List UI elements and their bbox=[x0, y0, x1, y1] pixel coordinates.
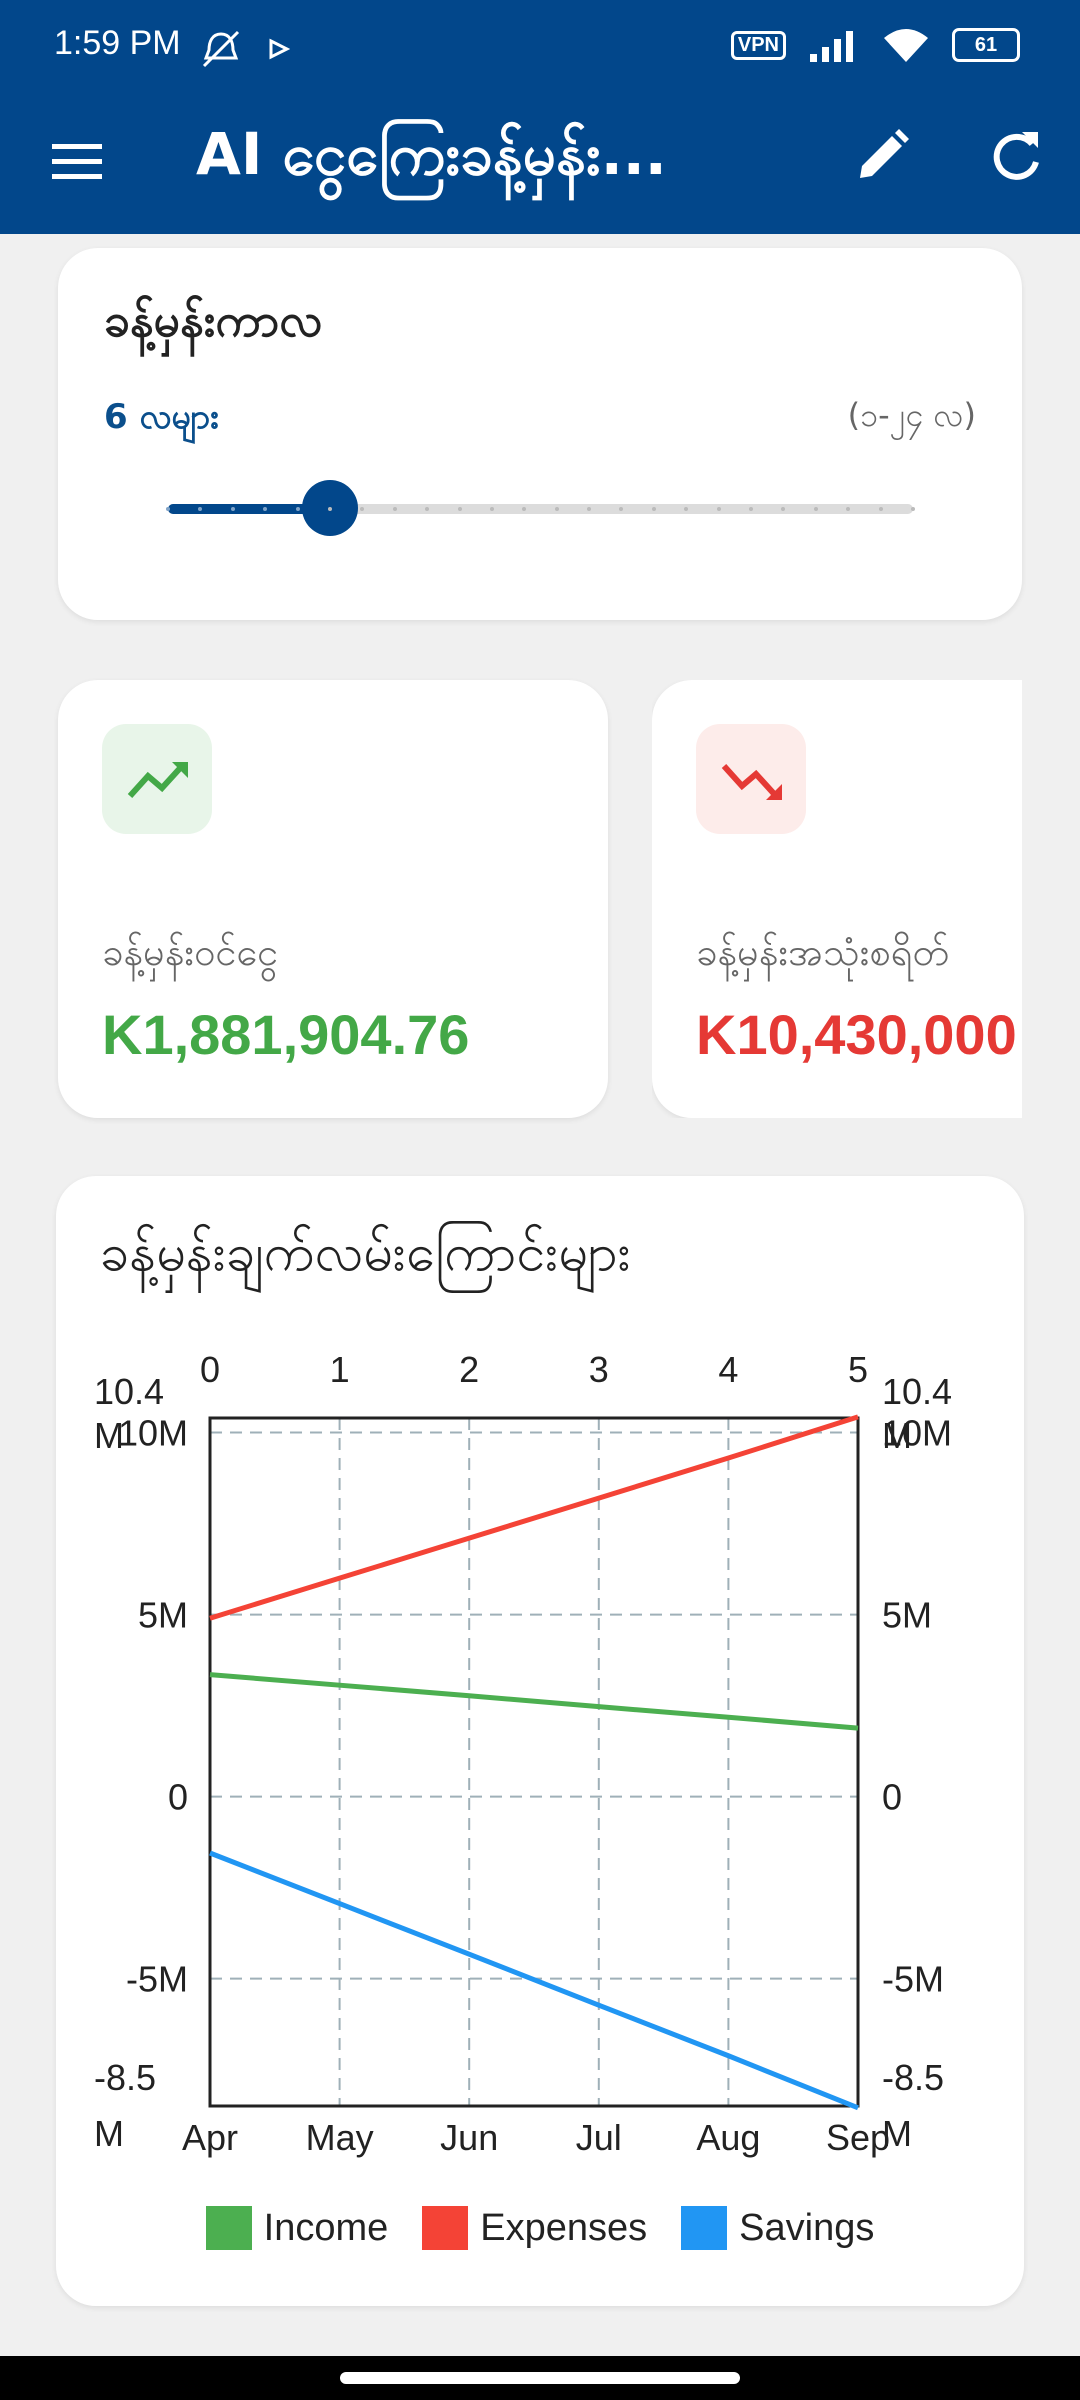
income-icon-box bbox=[102, 724, 212, 834]
slider-tick bbox=[878, 507, 883, 511]
series-line-expenses bbox=[209, 1414, 859, 1621]
slider-tick bbox=[360, 507, 365, 511]
x-tick-label-top: 5 bbox=[848, 1349, 868, 1390]
slider-tick bbox=[911, 507, 915, 511]
y-tick-label-left: -5M bbox=[126, 1959, 188, 2000]
legend-swatch bbox=[422, 2206, 469, 2250]
slider-tick bbox=[619, 507, 624, 511]
chart-title: ခန့်မှန်းချက်လမ်းကြောင်းများ bbox=[100, 1223, 631, 1283]
series-line-savings bbox=[209, 1850, 859, 2111]
trending-up-icon bbox=[127, 762, 188, 799]
slider-tick bbox=[295, 507, 300, 511]
plot-border bbox=[208, 1416, 860, 2108]
x-tick-label-bottom: May bbox=[306, 2117, 374, 2158]
income-value: K1,881,904.76 bbox=[102, 1003, 470, 1066]
battery-level: 61 bbox=[974, 34, 998, 56]
play-icon bbox=[269, 38, 290, 60]
y-tick-label-left: 0 bbox=[168, 1777, 188, 1818]
legend-label: Savings bbox=[739, 2206, 875, 2249]
y-max-label-left: 10.4 bbox=[94, 1371, 164, 1412]
period-slider[interactable] bbox=[166, 480, 915, 536]
x-tick-label-bottom: Sep bbox=[826, 2117, 890, 2158]
vpn-badge: VPN bbox=[730, 30, 786, 60]
slider-tick bbox=[230, 507, 235, 511]
x-tick-label-top: 3 bbox=[589, 1349, 609, 1390]
x-tick-label-bottom: Jun bbox=[440, 2117, 498, 2158]
slider-tick bbox=[457, 507, 462, 511]
navigation-bar bbox=[0, 2356, 1080, 2400]
y-min-label-left: -8.5 bbox=[94, 2057, 156, 2098]
expense-card-clip: ခန့်မှန်းအသုံးစရိတ် K10,430,000 bbox=[652, 680, 1022, 1118]
expense-label: ခန့်မှန်းအသုံးစရိတ် bbox=[696, 930, 950, 974]
series-line-income bbox=[209, 1672, 859, 1731]
signal-icon bbox=[810, 31, 853, 62]
legend-swatch bbox=[681, 2206, 728, 2250]
x-tick-label-bottom: Apr bbox=[182, 2117, 238, 2158]
legend-item: Expenses bbox=[422, 2206, 647, 2250]
period-value: 6 လများ bbox=[104, 397, 219, 437]
y-min-label-left-unit: M bbox=[94, 2113, 124, 2154]
refresh-icon[interactable] bbox=[988, 128, 1044, 184]
y-tick-label-right: -5M bbox=[882, 1959, 944, 2000]
legend-item: Income bbox=[205, 2206, 389, 2250]
slider-tick bbox=[554, 507, 559, 511]
slider-tick bbox=[813, 507, 818, 511]
period-range: (၁-၂၄ လ) bbox=[847, 396, 976, 434]
home-handle[interactable] bbox=[340, 2372, 740, 2384]
x-tick-label-top: 2 bbox=[459, 1349, 479, 1390]
income-label: ခန့်မှန်းဝင်ငွေ bbox=[102, 930, 279, 974]
legend-label: Expenses bbox=[480, 2206, 648, 2249]
status-icons: VPN 61 bbox=[730, 26, 1020, 64]
slider-tick bbox=[522, 507, 527, 511]
slider-tick bbox=[425, 507, 430, 511]
expense-card: ခန့်မှန်းအသုံးစရိတ် K10,430,000 bbox=[652, 680, 1022, 1118]
edit-icon[interactable] bbox=[854, 128, 910, 184]
x-tick-label-bottom: Jul bbox=[576, 2117, 622, 2158]
expense-value: K10,430,000 bbox=[696, 1003, 1017, 1066]
y-max-label-right: 10.4 bbox=[882, 1371, 952, 1412]
y-tick-label-right: 5M bbox=[882, 1595, 932, 1636]
y-tick-label-right: 0 bbox=[882, 1777, 902, 1818]
chart-legend: Income Expenses Savings bbox=[56, 2206, 1024, 2250]
x-tick-label-top: 0 bbox=[200, 1349, 220, 1390]
slider-tick bbox=[749, 507, 754, 511]
forecast-line-chart: 10M 10M5M 5M0 0-5M -5MApr May Jun Jul Aug Sep0 1 2 3… bbox=[94, 1349, 952, 2158]
slider-tick bbox=[846, 507, 851, 511]
y-max-label-right-unit: M bbox=[882, 1415, 912, 1456]
y-tick-label-left: 10M bbox=[118, 1413, 188, 1454]
slider-tick bbox=[327, 507, 332, 511]
app-bar: AI ငွေကြေးခန့်မှန်း... bbox=[0, 96, 1080, 234]
slider-tick bbox=[651, 507, 656, 511]
slider-tick bbox=[392, 507, 397, 511]
x-tick-label-bottom: Aug bbox=[696, 2117, 760, 2158]
forecast-trends-card: ခန့်မှန်းချက်လမ်းကြောင်းများ 10M 10M 5M 5M 0… bbox=[56, 1176, 1024, 2306]
wifi-icon bbox=[884, 29, 928, 62]
legend-swatch bbox=[205, 2206, 252, 2250]
page-title: AI ငွေကြေးခန့်မှန်း... bbox=[196, 120, 667, 188]
slider-tick bbox=[166, 507, 170, 511]
income-card: ခန့်မှန်းဝင်ငွေ K1,881,904.76 bbox=[58, 680, 608, 1118]
y-max-label-left-unit: M bbox=[94, 1415, 124, 1456]
legend-label: Income bbox=[263, 2206, 389, 2249]
y-min-label-right: -8.5 bbox=[882, 2057, 944, 2098]
x-tick-label-top: 4 bbox=[718, 1349, 738, 1390]
slider-tick bbox=[716, 507, 721, 511]
slider-tick bbox=[489, 507, 494, 511]
forecast-period-card: ခန့်မှန်းကာလ 6 လများ (၁-၂၄ လ) bbox=[58, 248, 1022, 620]
slider-tick bbox=[684, 507, 689, 511]
menu-icon[interactable] bbox=[50, 138, 104, 186]
status-bar: 1:59 PM VPN 61 bbox=[0, 0, 1080, 96]
legend-item: Savings bbox=[681, 2206, 874, 2250]
slider-tick bbox=[587, 507, 592, 511]
period-title: ခန့်မှန်းကာလ bbox=[104, 293, 323, 347]
trending-down-icon bbox=[721, 763, 782, 800]
mute-icon bbox=[202, 30, 240, 68]
slider-tick bbox=[781, 507, 786, 511]
y-min-label-right-unit: M bbox=[882, 2113, 912, 2154]
x-tick-label-top: 1 bbox=[330, 1349, 350, 1390]
battery-icon: 61 bbox=[952, 28, 1020, 62]
y-tick-label-left: 5M bbox=[138, 1595, 188, 1636]
status-time: 1:59 PM bbox=[54, 24, 181, 62]
expense-icon-box bbox=[696, 724, 806, 834]
